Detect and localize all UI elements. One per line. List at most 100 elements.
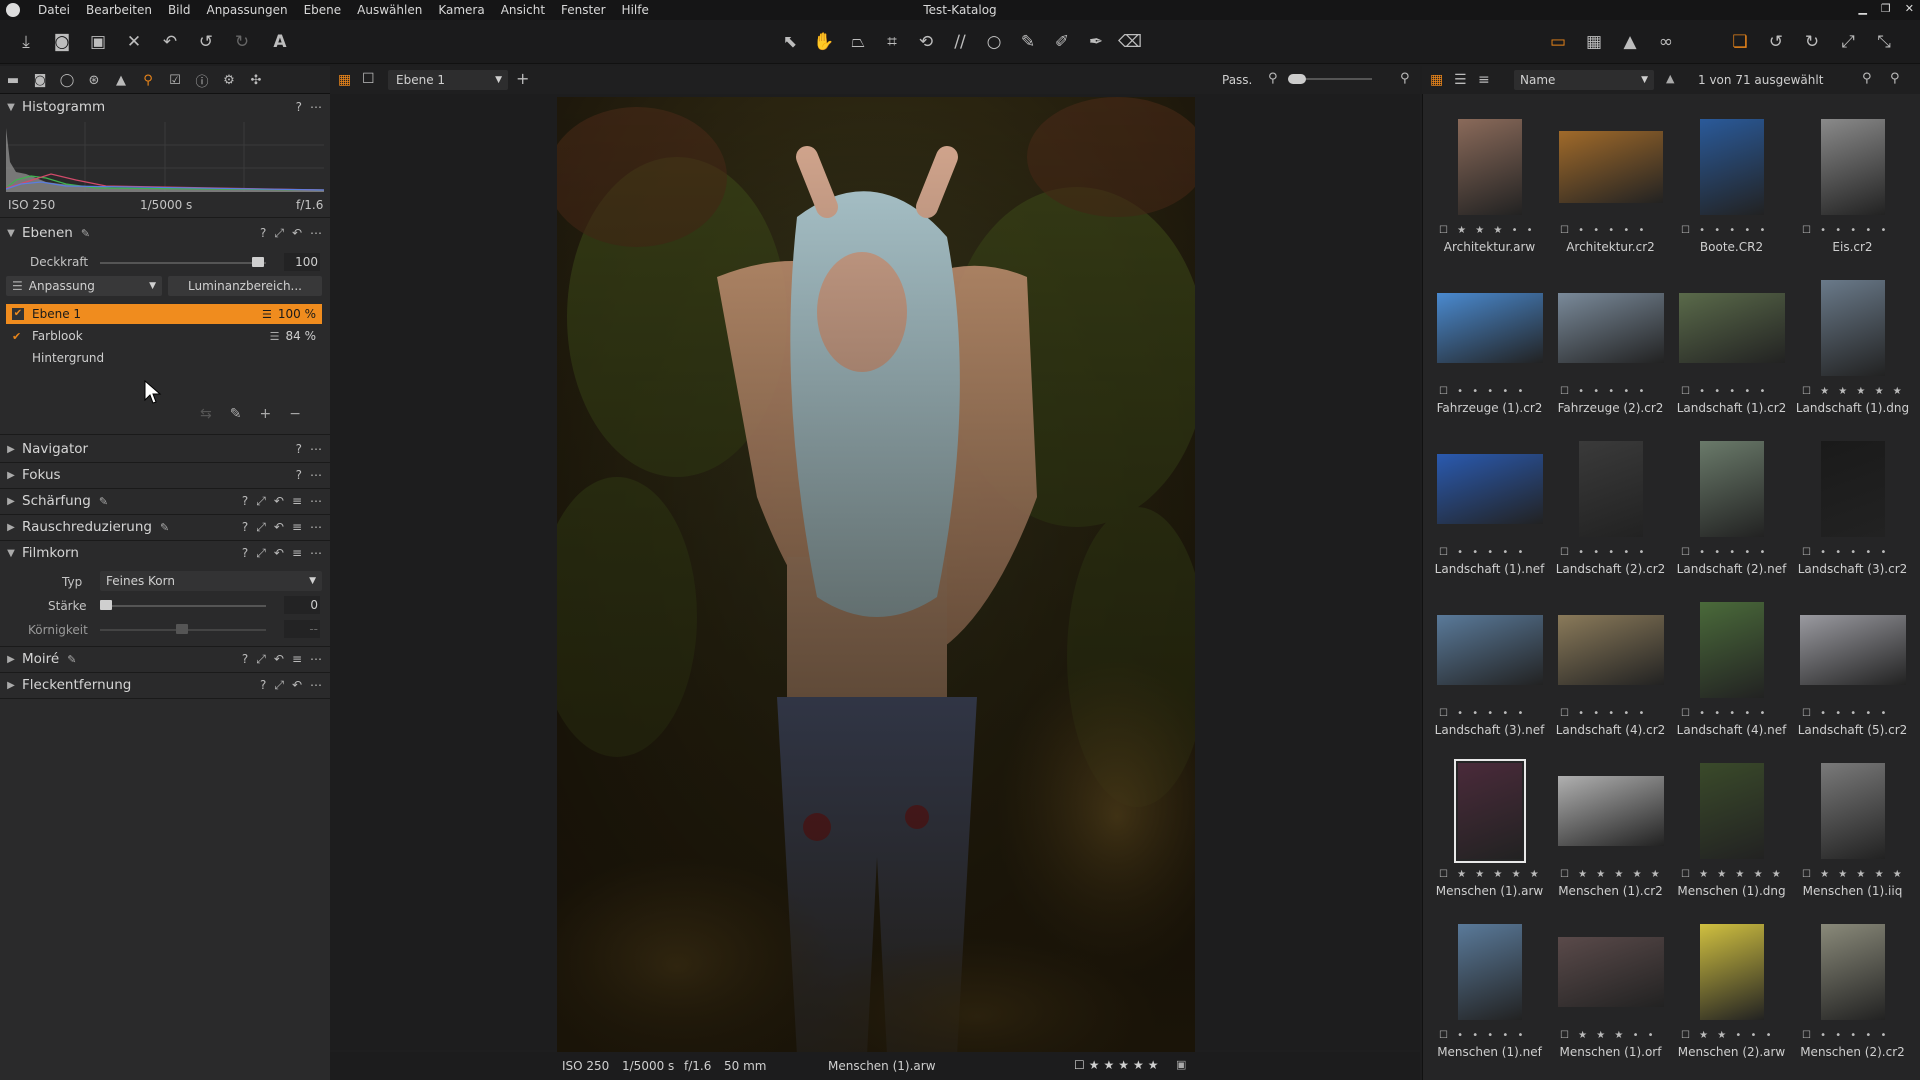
thumbnail-rating[interactable]: ☐ • • • • • (1439, 708, 1539, 719)
thumbnail-cell[interactable]: ☐ • • • • • Boote.CR2 (1671, 112, 1792, 272)
copy-icon[interactable]: ⤢ (256, 520, 266, 535)
reset-icon[interactable]: ↶ (292, 226, 302, 241)
warning-icon[interactable]: ▲ (1618, 30, 1642, 54)
thumbnail-image[interactable] (1820, 280, 1885, 376)
thumbnail-cell[interactable]: ☐ ★ ★ ★ • • Menschen (1).orf (1550, 917, 1671, 1077)
layers-header[interactable]: ▼ Ebenen ✎ ? ⤢ ↶ ⋯ (0, 220, 330, 246)
thumbnail-rating[interactable]: ☐ • • • • • (1560, 386, 1660, 397)
grain-header[interactable]: ▼ Filmkorn ? ⤢ ↶ ≡ ⋯ (0, 540, 330, 566)
check-icon[interactable]: ✔ (12, 330, 24, 343)
variants-icon[interactable]: ❏ (1728, 30, 1752, 54)
collapse-icon[interactable]: ⤡ (1872, 30, 1896, 54)
zoom-out-icon[interactable]: ⚲ (1268, 71, 1278, 86)
more-icon[interactable]: ⋯ (310, 678, 322, 693)
details-view-icon[interactable]: ≡ (1478, 72, 1490, 88)
export-icon[interactable]: ▣ (86, 30, 110, 54)
straighten-icon[interactable]: ∕∕ (948, 30, 972, 54)
help-icon[interactable]: ? (296, 100, 302, 114)
more-icon[interactable]: ⋯ (310, 468, 322, 482)
add-layer-icon[interactable]: + (259, 406, 271, 422)
reset-icon[interactable]: ↶ (292, 678, 302, 693)
thumbnail-rating[interactable]: ☐ ★ ★ ★ • • (1560, 1030, 1660, 1041)
thumbnail-image[interactable] (1699, 763, 1764, 859)
thumbnail-image[interactable] (1699, 602, 1764, 698)
list-icon[interactable]: ≡ (292, 494, 302, 509)
add-layer-icon[interactable]: + (516, 69, 529, 88)
sort-direction-icon[interactable]: ▲ (1666, 72, 1674, 85)
thumbnail-image[interactable] (1820, 763, 1885, 859)
rotate-icon[interactable]: ⟲ (914, 30, 938, 54)
copy-icon[interactable]: ⤢ (274, 226, 284, 241)
lens-tab-icon[interactable]: ◯ (58, 71, 76, 89)
thumbnail-image[interactable] (1558, 131, 1663, 203)
layer-row-hintergrund[interactable]: Hintergrund (6, 348, 322, 368)
search-icon[interactable]: ⚲ (1890, 71, 1900, 86)
layer-row-farblook[interactable]: ✔ Farblook ☰ 84 % (6, 326, 322, 346)
thumbnail-rating[interactable]: ☐ ★ ★ ★ ★ ★ (1802, 869, 1902, 880)
crop-icon[interactable]: ⌗ (880, 30, 904, 54)
thumbnail-rating[interactable]: ☐ • • • • • (1560, 225, 1660, 236)
menu-ansicht[interactable]: Ansicht (493, 3, 553, 17)
navigator-header[interactable]: ▶ Navigator ? ⋯ (0, 436, 330, 462)
rotate-left-icon[interactable]: ↺ (1764, 30, 1788, 54)
filter-icon[interactable]: ⚲ (1862, 71, 1872, 86)
more-icon[interactable]: ⋯ (310, 100, 322, 114)
thumbnail-cell[interactable]: ☐ • • • • • Landschaft (1).cr2 (1671, 273, 1792, 433)
thumbnail-cell[interactable]: ☐ ★ ★ ★ ★ ★ Menschen (1).cr2 (1550, 756, 1671, 916)
grain-strength-slider[interactable] (100, 605, 266, 607)
thumbnail-image[interactable] (1436, 615, 1543, 685)
thumbnail-rating[interactable]: ☐ • • • • • (1439, 386, 1539, 397)
thumbnail-image[interactable] (1820, 924, 1885, 1020)
import-icon[interactable]: ⤓ (14, 30, 38, 54)
thumbnail-cell[interactable]: ☐ • • • • • Landschaft (4).nef (1671, 595, 1792, 755)
more-icon[interactable]: ⋯ (310, 442, 322, 456)
thumbnail-rating[interactable]: ☐ ★ ★ • • • (1681, 1030, 1781, 1041)
thumbnail-image[interactable] (1820, 441, 1885, 537)
thumbnail-cell[interactable]: ☐ • • • • • Fahrzeuge (1).cr2 (1429, 273, 1550, 433)
menu-bild[interactable]: Bild (160, 3, 199, 17)
thumbnail-image[interactable] (1578, 441, 1643, 537)
menu-anpassungen[interactable]: Anpassungen (198, 3, 295, 17)
help-icon[interactable]: ? (296, 442, 302, 456)
thumbnail-rating[interactable]: ☐ ★ ★ ★ • • (1439, 225, 1539, 236)
zoom-slider-knob[interactable] (1288, 74, 1306, 84)
thumbnail-cell[interactable]: ☐ ★ ★ ★ ★ ★ Menschen (1).iiq (1792, 756, 1913, 916)
minimize-icon[interactable]: ▁ (1858, 2, 1866, 15)
layer-select[interactable]: Ebene 1 ▼ (388, 70, 508, 90)
status-rating[interactable]: ☐★★★★★ (1074, 1058, 1163, 1072)
thumbnail-image[interactable] (1699, 119, 1764, 215)
help-icon[interactable]: ? (242, 494, 248, 509)
more-icon[interactable]: ⋯ (310, 652, 322, 667)
thumbnail-cell[interactable]: ☐ ★ ★ ★ • • Architektur.arw (1429, 112, 1550, 272)
thumbnail-rating[interactable]: ☐ ★ ★ ★ ★ ★ (1560, 869, 1660, 880)
batch-tab-icon[interactable]: ✣ (247, 71, 265, 89)
grain-granularity-value[interactable]: -- (284, 620, 320, 638)
menu-fenster[interactable]: Fenster (553, 3, 614, 17)
checkbox-icon[interactable]: ✔ (12, 308, 24, 320)
thumbnail-rating[interactable]: ☐ • • • • • (1560, 708, 1660, 719)
thumbnail-cell[interactable]: ☐ ★ ★ ★ ★ ★ Landschaft (1).dng (1792, 273, 1913, 433)
thumbnail-cell[interactable]: ☐ ★ ★ • • • Menschen (2).arw (1671, 917, 1792, 1077)
thumbnail-rating[interactable]: ☐ • • • • • (1439, 547, 1539, 558)
undo-icon[interactable]: ↺ (194, 30, 218, 54)
multi-view-icon[interactable]: ▦ (338, 72, 351, 88)
opacity-slider-knob[interactable] (252, 257, 264, 267)
layer-row-ebene-1[interactable]: ✔ Ebene 1 ☰ 100 % (6, 304, 322, 324)
copy-icon[interactable]: ⤢ (256, 546, 266, 561)
thumbnail-image[interactable] (1678, 293, 1785, 363)
thumbnail-cell[interactable]: ☐ • • • • • Landschaft (3).nef (1429, 595, 1550, 755)
thumbnail-cell[interactable]: ☐ • • • • • Landschaft (1).nef (1429, 434, 1550, 594)
thumbnail-cell[interactable]: ☐ • • • • • Menschen (2).cr2 (1792, 917, 1913, 1077)
eraser-icon[interactable]: ⌫ (1118, 30, 1142, 54)
rotate-right-icon[interactable]: ↻ (1800, 30, 1824, 54)
adjust-dropdown[interactable]: ☰ Anpassung ▼ (6, 276, 162, 296)
opacity-slider[interactable] (100, 262, 266, 264)
menu-kamera[interactable]: Kamera (430, 3, 492, 17)
thumbnail-cell[interactable]: ☐ • • • • • Landschaft (4).cr2 (1550, 595, 1671, 755)
mask-brush-icon[interactable]: ✒ (1084, 30, 1108, 54)
thumbnail-image[interactable] (1436, 454, 1543, 524)
thumbnail-cell[interactable]: ☐ • • • • • Landschaft (2).nef (1671, 434, 1792, 594)
grain-granularity-knob[interactable] (176, 624, 188, 634)
thumbnail-image[interactable] (1699, 924, 1764, 1020)
thumbnail-cell[interactable]: ☐ • • • • • Eis.cr2 (1792, 112, 1913, 272)
